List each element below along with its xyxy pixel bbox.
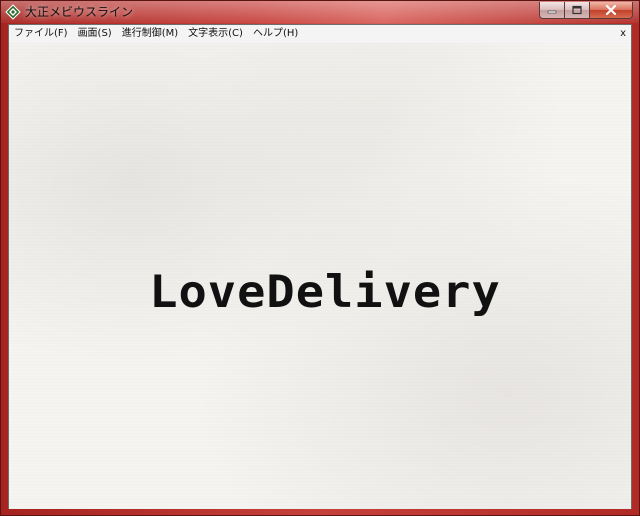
menu-text-display[interactable]: 文字表示(C) xyxy=(183,25,248,43)
menu-help[interactable]: ヘルプ(H) xyxy=(248,25,303,43)
client-area: ファイル(F) 画面(S) 進行制御(M) 文字表示(C) ヘルプ(H) x L… xyxy=(8,24,632,510)
logo-text: LoveDelivery xyxy=(149,266,501,319)
menu-file[interactable]: ファイル(F) xyxy=(9,25,73,43)
close-icon xyxy=(605,5,617,15)
diamond-app-icon[interactable] xyxy=(5,4,21,20)
menu-progress-control[interactable]: 進行制御(M) xyxy=(117,25,183,43)
game-stage[interactable]: LoveDelivery xyxy=(9,43,631,509)
window-bottom-border xyxy=(1,509,639,515)
menu-screen[interactable]: 画面(S) xyxy=(73,25,117,43)
close-button[interactable] xyxy=(590,2,633,19)
title-bar[interactable]: 大正メビウスライン xyxy=(1,1,639,23)
minimize-button[interactable] xyxy=(539,2,565,19)
menu-bar: ファイル(F) 画面(S) 進行制御(M) 文字表示(C) ヘルプ(H) x xyxy=(9,25,631,44)
window-title: 大正メビウスライン xyxy=(25,5,134,19)
menu-close-button[interactable]: x xyxy=(620,25,626,43)
maximize-button[interactable] xyxy=(565,2,590,19)
app-window: 大正メビウスライン ファイル(F) 画面(S) 進行制御(M) 文字表示(C) … xyxy=(0,0,640,516)
maximize-icon xyxy=(572,5,582,15)
window-controls xyxy=(539,2,633,20)
minimize-icon xyxy=(547,10,557,14)
